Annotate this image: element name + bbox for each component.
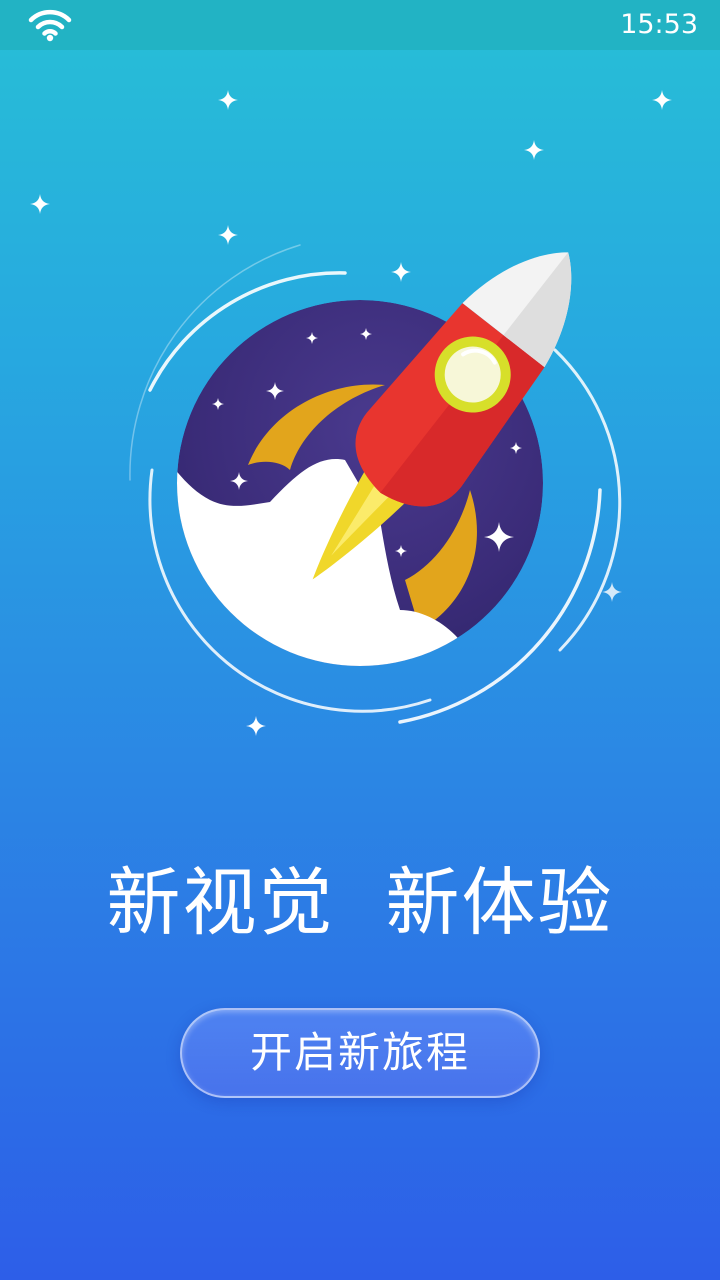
splash-screen: 15:53 新视觉 新体验 开启新旅程 [0, 0, 720, 1280]
tagline: 新视觉 新体验 [106, 860, 614, 946]
status-bar: 15:53 [0, 0, 720, 50]
status-time: 15:53 [620, 9, 698, 40]
start-journey-button[interactable]: 开启新旅程 [180, 1008, 540, 1098]
rocket-launch-illustration [30, 90, 672, 736]
wifi-icon [28, 9, 72, 42]
